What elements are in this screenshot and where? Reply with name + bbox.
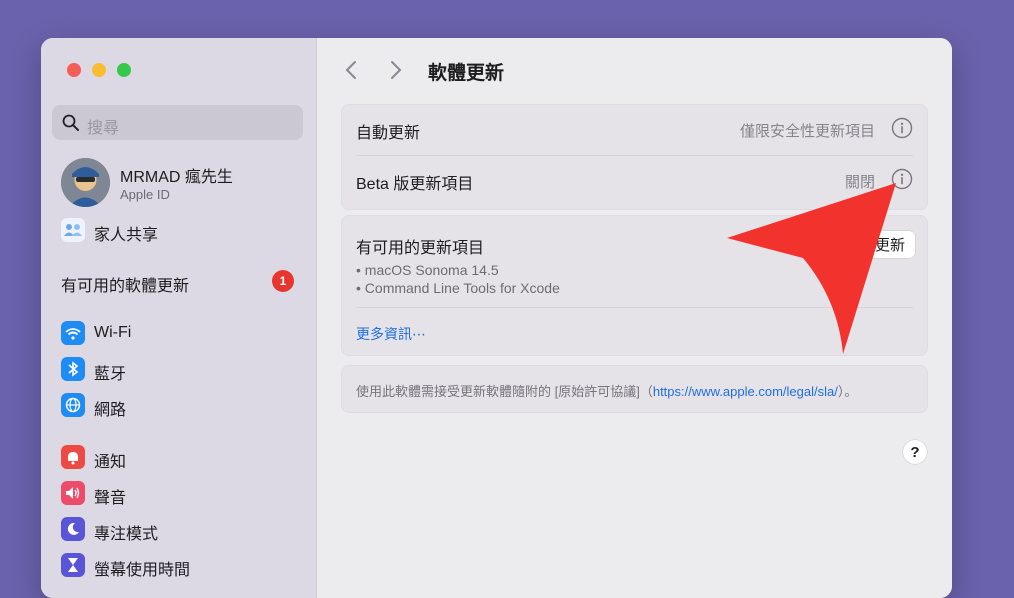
beta-updates-value: 關閉 xyxy=(844,174,875,191)
bell-icon xyxy=(61,445,85,469)
minimize-window-button[interactable] xyxy=(92,63,106,77)
license-prefix: 使用此軟體需接受更新軟體隨附的 [原始許可協議]（ xyxy=(356,384,653,399)
apple-id-profile[interactable]: MRMAD 瘋先生 Apple ID xyxy=(61,158,301,208)
zoom-window-button[interactable] xyxy=(117,63,131,77)
avatar xyxy=(61,158,110,207)
hourglass-icon xyxy=(61,553,85,577)
sidebar-item-label: 專注模式 xyxy=(94,526,159,543)
more-info-link[interactable]: 更多資訊⋯ xyxy=(356,324,426,344)
sidebar-item-label: 通知 xyxy=(94,454,127,471)
page-title: 軟體更新 xyxy=(428,63,505,84)
available-updates-card: 有可用的更新項目 更新 • macOS Sonoma 14.5 • Comman… xyxy=(341,215,928,356)
sidebar-item-label: 網路 xyxy=(94,402,127,419)
speaker-icon xyxy=(61,481,85,505)
divider xyxy=(356,307,913,308)
license-card: 使用此軟體需接受更新軟體隨附的 [原始許可協議]（https://www.app… xyxy=(341,365,928,413)
search-placeholder: 搜尋 xyxy=(87,120,120,137)
sidebar-item-software-update[interactable]: 有可用的軟體更新 xyxy=(61,272,189,296)
wifi-icon xyxy=(61,321,85,345)
sidebar: 搜尋 MRMAD 瘋先生 Apple ID 家人共享 有可用的軟體更新 1 Wi… xyxy=(41,38,317,598)
help-button[interactable]: ? xyxy=(903,440,927,464)
sidebar-item-label: 藍牙 xyxy=(94,366,127,383)
beta-updates-label: Beta 版更新項目 xyxy=(356,176,474,193)
back-chevron-icon[interactable] xyxy=(345,60,357,85)
sidebar-item-label: 螢幕使用時間 xyxy=(94,562,191,579)
info-icon[interactable] xyxy=(891,117,913,144)
available-updates-title: 有可用的更新項目 xyxy=(356,240,485,257)
main-pane: 軟體更新 自動更新 僅限安全性更新項目 Beta 版更新項目 關閉 有可用的更新… xyxy=(317,38,952,598)
license-suffix: ）。 xyxy=(837,384,858,399)
search-icon xyxy=(62,114,80,137)
license-link[interactable]: https://www.apple.com/legal/sla/ xyxy=(653,384,838,399)
profile-subtitle: Apple ID xyxy=(120,187,170,202)
update-settings-card: 自動更新 僅限安全性更新項目 Beta 版更新項目 關閉 xyxy=(341,104,928,210)
profile-name: MRMAD 瘋先生 xyxy=(120,169,233,186)
auto-update-value: 僅限安全性更新項目 xyxy=(739,123,875,140)
close-window-button[interactable] xyxy=(67,63,81,77)
search-input[interactable]: 搜尋 xyxy=(52,105,303,140)
update-now-button[interactable]: 更新 xyxy=(864,231,915,258)
sidebar-item-label: 家人共享 xyxy=(94,227,159,244)
info-icon[interactable] xyxy=(891,168,913,195)
update-count-badge: 1 xyxy=(272,270,294,292)
moon-icon xyxy=(61,517,85,541)
settings-window: 搜尋 MRMAD 瘋先生 Apple ID 家人共享 有可用的軟體更新 1 Wi… xyxy=(41,38,952,598)
sidebar-item-label: 聲音 xyxy=(94,490,127,507)
auto-update-row: 自動更新 僅限安全性更新項目 xyxy=(356,105,913,154)
sidebar-item-label: Wi-Fi xyxy=(94,324,132,341)
forward-chevron-icon[interactable] xyxy=(390,60,402,85)
globe-icon xyxy=(61,393,85,417)
bluetooth-icon xyxy=(61,357,85,381)
family-icon xyxy=(61,218,85,242)
auto-update-label: 自動更新 xyxy=(356,125,421,142)
beta-updates-row: Beta 版更新項目 關閉 xyxy=(356,156,913,205)
update-item: • macOS Sonoma 14.5 xyxy=(356,262,499,278)
license-text: 使用此軟體需接受更新軟體隨附的 [原始許可協議]（https://www.app… xyxy=(356,381,857,400)
update-item: • Command Line Tools for Xcode xyxy=(356,280,560,296)
